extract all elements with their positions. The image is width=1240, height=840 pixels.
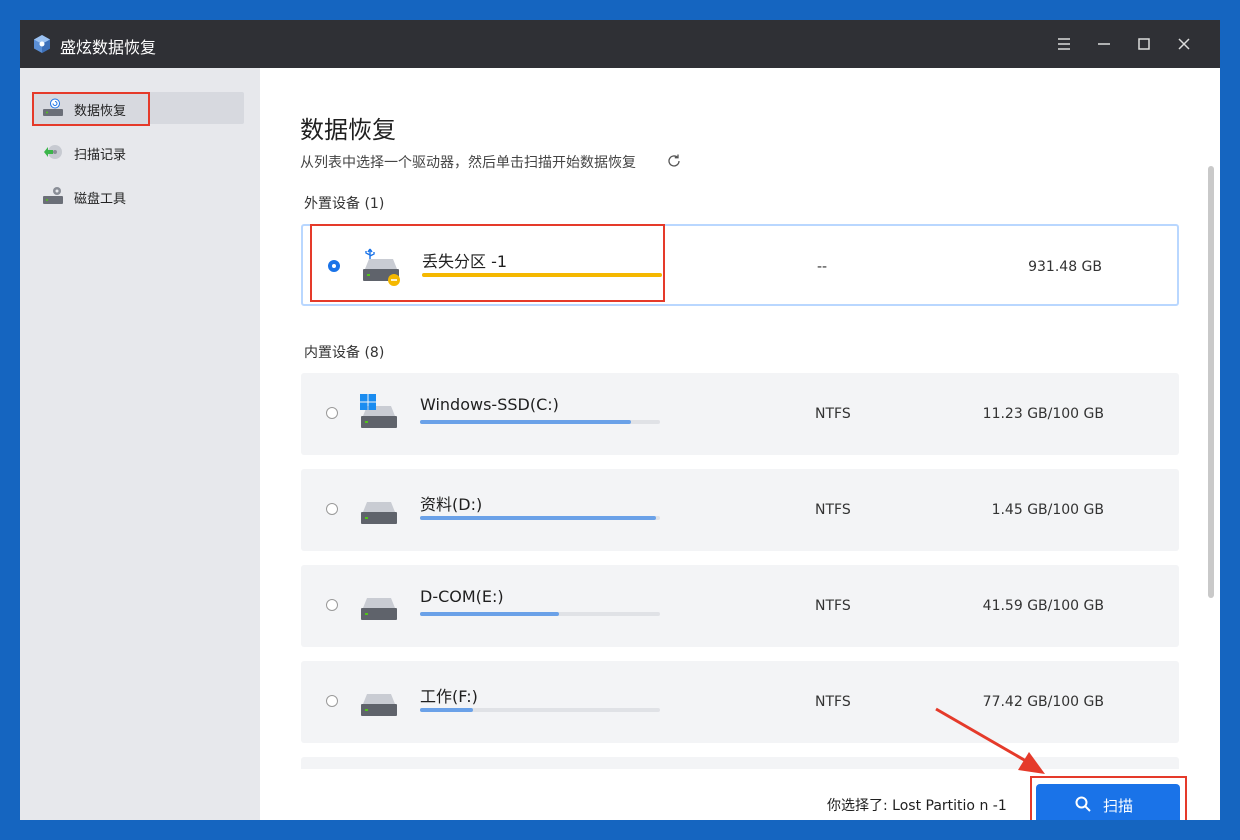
drive-card-lost-partition[interactable]: 丢失分区 -1 -- 931.48 GB [301, 224, 1179, 306]
page-subtitle: 从列表中选择一个驱动器，然后单击扫描开始数据恢复 [300, 155, 636, 171]
drive-filesystem: NTFS [815, 502, 851, 518]
drive-filesystem: NTFS [815, 406, 851, 422]
drive-name: Windows-SSD(C:) [420, 395, 559, 414]
menu-icon[interactable] [1052, 32, 1076, 56]
drive-usage-fill [422, 273, 662, 277]
internal-devices-label: 内置设备 (8) [304, 345, 385, 361]
drive-usage-fill [420, 516, 657, 520]
drive-usage-fill [420, 708, 473, 712]
page-title: 数据恢复 [300, 116, 396, 144]
minimize-icon[interactable] [1092, 32, 1116, 56]
title-bar: 盛炫数据恢复 [20, 20, 1220, 68]
hard-drive-icon [361, 694, 397, 716]
drive-card-windows-ssd[interactable]: Windows-SSD(C:) NTFS 11.23 GB/100 GB [301, 373, 1179, 455]
drive-size: 41.59 GB/100 GB [982, 598, 1104, 614]
drive-radio[interactable] [326, 695, 338, 707]
drive-card-partial[interactable] [301, 757, 1179, 769]
drive-card-d[interactable]: 资料(D:) NTFS 1.45 GB/100 GB [301, 469, 1179, 551]
sidebar-item-disk-tools[interactable]: 磁盘工具 [32, 180, 244, 212]
app-window: 盛炫数据恢复 数据恢复 扫描记录 磁盘工具 数据恢复 从列表中选择一个驱动器，然… [20, 20, 1220, 820]
drive-name: 资料(D:) [420, 495, 483, 514]
drive-usage-bar [420, 516, 660, 520]
external-devices-label: 外置设备 (1) [304, 196, 385, 212]
search-icon [1075, 796, 1091, 812]
disk-tools-icon [43, 187, 63, 204]
refresh-icon[interactable] [666, 153, 682, 169]
drive-usage-bar [422, 273, 662, 277]
app-logo-icon [34, 35, 50, 53]
sidebar-item-scan-history[interactable]: 扫描记录 [32, 136, 244, 168]
sidebar: 数据恢复 扫描记录 磁盘工具 [20, 68, 260, 820]
drive-radio[interactable] [326, 503, 338, 515]
drive-radio[interactable] [328, 260, 340, 272]
drive-radio[interactable] [326, 599, 338, 611]
drive-filesystem: NTFS [815, 694, 851, 710]
drive-name: 工作(F:) [420, 687, 478, 706]
drive-usage-bar [420, 420, 660, 424]
selection-status: 你选择了: Lost Partitio n -1 [827, 798, 1007, 814]
usb-drive-icon [363, 248, 400, 286]
drive-name: 丢失分区 -1 [422, 252, 508, 271]
sidebar-item-label: 扫描记录 [74, 148, 127, 163]
hard-drive-icon [361, 598, 397, 620]
scan-button-label: 扫描 [1103, 797, 1134, 815]
drive-filesystem: -- [817, 259, 828, 275]
drive-size: 11.23 GB/100 GB [982, 406, 1104, 422]
scan-history-icon [44, 145, 62, 159]
drive-radio[interactable] [326, 407, 338, 419]
drive-usage-bar [420, 612, 660, 616]
drive-size: 1.45 GB/100 GB [991, 502, 1104, 518]
maximize-icon[interactable] [1132, 32, 1156, 56]
drive-card-f[interactable]: 工作(F:) NTFS 77.42 GB/100 GB [301, 661, 1179, 743]
drive-usage-fill [420, 612, 560, 616]
main-panel: 数据恢复 从列表中选择一个驱动器，然后单击扫描开始数据恢复 外置设备 (1) 丢… [260, 68, 1220, 820]
sidebar-item-label: 数据恢复 [74, 104, 127, 119]
drive-size: 931.48 GB [1028, 259, 1102, 275]
drive-size: 77.42 GB/100 GB [982, 694, 1104, 710]
sidebar-item-data-recovery[interactable]: 数据恢复 [32, 92, 244, 124]
drive-restore-icon [43, 98, 63, 116]
drive-filesystem: NTFS [815, 598, 851, 614]
drive-card-e[interactable]: D-COM(E:) NTFS 41.59 GB/100 GB [301, 565, 1179, 647]
windows-drive-icon [360, 394, 397, 428]
scan-button[interactable]: 扫描 [1036, 784, 1180, 820]
sidebar-item-label: 磁盘工具 [74, 192, 127, 207]
drive-name: D-COM(E:) [420, 587, 504, 606]
hard-drive-icon [361, 502, 397, 524]
drive-usage-fill [420, 420, 632, 424]
drive-usage-bar [420, 708, 660, 712]
scrollbar[interactable] [1208, 166, 1214, 598]
app-title: 盛炫数据恢复 [60, 38, 157, 57]
close-icon[interactable] [1172, 32, 1196, 56]
